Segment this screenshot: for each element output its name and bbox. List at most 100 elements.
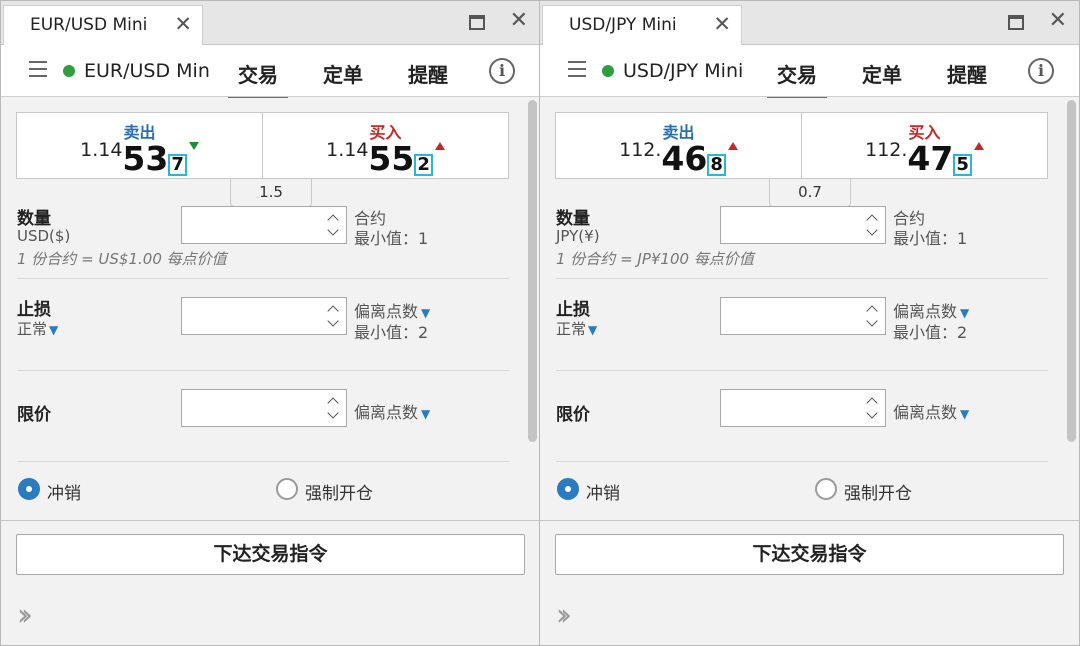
place-order-button[interactable]: 下达交易指令 [16,534,525,575]
increment-icon[interactable] [326,304,340,314]
limit-offset-label: 偏离点数 [354,403,419,422]
increment-icon[interactable] [865,304,879,314]
nav-bar: EUR/USD Min 交易 定单 提醒 i [1,45,540,102]
sell-price-pip: 7 [168,154,187,176]
info-icon[interactable]: i [1028,58,1054,84]
buy-price-pip: 5 [953,154,972,176]
footer: 下达交易指令 ›› [1,520,540,645]
buy-price-prefix: 1.14 [326,139,369,161]
rate-box: 卖出 112.46 8 买入 112.47 5 0.7 [555,112,1048,207]
place-order-button[interactable]: 下达交易指令 [555,534,1064,575]
title-bar: USD/JPY Mini ✕ ✕ [540,1,1079,45]
radio-force-open[interactable] [815,478,837,500]
maximize-icon[interactable] [1008,15,1024,30]
tab-trade[interactable]: 交易 [767,59,827,102]
sell-price-pip: 8 [707,154,726,176]
divider [556,461,1048,462]
stop-mode-select[interactable]: 正常 ▼ [17,318,58,339]
buy-price: 1.1455 2 [263,139,508,178]
scrollbar[interactable] [1067,100,1076,442]
quantity-min-text: 最小值：1 [893,229,968,248]
stop-loss-input[interactable] [181,297,347,335]
stop-loss-label: 止损 [556,300,590,320]
trade-form: 卖出 112.46 8 买入 112.47 5 0.7 数量 JPY(¥) 合约 最… [540,98,1079,521]
decrement-icon[interactable] [865,411,879,421]
chevron-down-icon: ▼ [588,323,598,337]
tab-title: EUR/USD Mini [30,15,148,35]
sell-button[interactable]: 卖出 1.1453 7 [17,113,262,178]
title-bar: EUR/USD Mini ✕ ✕ [1,1,540,45]
hamburger-icon[interactable] [29,61,47,77]
tab-alerts[interactable]: 提醒 [947,59,987,88]
chevron-down-icon: ▼ [49,323,59,337]
increment-icon[interactable] [865,213,879,223]
info-icon[interactable]: i [489,58,515,84]
window-close-icon[interactable]: ✕ [1049,8,1067,33]
status-dot-icon [602,65,614,77]
price-down-icon [188,142,199,150]
footer: 下达交易指令 ›› [540,520,1079,645]
scrollbar[interactable] [528,100,537,442]
buy-button[interactable]: 买入 1.1455 2 [263,113,508,178]
decrement-icon[interactable] [865,319,879,329]
limit-offset-select[interactable]: 偏离点数 ▼ [354,399,430,423]
tab-trade[interactable]: 交易 [228,59,288,102]
buy-price-big: 47 [907,139,954,178]
chevron-down-icon: ▼ [960,407,970,421]
increment-icon[interactable] [865,396,879,406]
sell-price-prefix: 1.14 [80,139,123,161]
quantity-input[interactable] [181,206,347,244]
quantity-unit: USD($) [17,227,71,245]
sell-price-big: 53 [122,139,169,178]
maximize-icon[interactable] [469,15,485,30]
double-chevron-right-icon[interactable]: ›› [17,601,33,631]
price-up-icon [434,142,445,150]
stop-mode-select[interactable]: 正常 ▼ [556,318,597,339]
instrument-name: EUR/USD Min [84,60,210,82]
decrement-icon[interactable] [326,228,340,238]
tab-orders[interactable]: 定单 [862,59,902,88]
price-up-icon [973,142,984,150]
limit-input[interactable] [720,389,886,427]
trade-panel-usdjpy: USD/JPY Mini ✕ ✕ USD/JPY Mini 交易 定单 提醒 i… [539,0,1080,646]
tab-close-icon[interactable]: ✕ [713,12,731,36]
spread-value: 1.5 [230,179,312,207]
decrement-icon[interactable] [326,411,340,421]
window-tab[interactable]: USD/JPY Mini ✕ [542,5,742,45]
radio-offset-label: 冲销 [586,484,620,504]
hamburger-icon[interactable] [568,61,586,77]
radio-offset[interactable] [18,478,40,500]
quantity-label: 数量 [556,209,590,229]
quantity-min-text: 最小值：1 [354,229,429,248]
sell-price-big: 46 [661,139,708,178]
increment-icon[interactable] [326,213,340,223]
radio-force-open-label: 强制开仓 [844,484,912,504]
tab-orders[interactable]: 定单 [323,59,363,88]
buy-button[interactable]: 买入 112.47 5 [802,113,1047,178]
radio-offset[interactable] [557,478,579,500]
buy-price-pip: 2 [414,154,433,176]
increment-icon[interactable] [326,396,340,406]
stop-mode-label: 正常 [17,320,48,338]
chevron-down-icon: ▼ [421,407,431,421]
price-up-icon [727,142,738,150]
tab-close-icon[interactable]: ✕ [174,12,192,36]
sell-button[interactable]: 卖出 112.46 8 [556,113,801,178]
chevron-down-icon: ▼ [421,306,431,320]
double-chevron-right-icon[interactable]: ›› [556,601,572,631]
tab-alerts[interactable]: 提醒 [408,59,448,88]
tab-title: USD/JPY Mini [569,15,677,35]
limit-offset-select[interactable]: 偏离点数 ▼ [893,399,969,423]
window-tab[interactable]: EUR/USD Mini ✕ [3,5,203,45]
radio-force-open[interactable] [276,478,298,500]
stop-loss-input[interactable] [720,297,886,335]
limit-label: 限价 [17,405,51,425]
radio-force-open-label: 强制开仓 [305,484,373,504]
decrement-icon[interactable] [865,228,879,238]
limit-input[interactable] [181,389,347,427]
decrement-icon[interactable] [326,319,340,329]
quantity-input[interactable] [720,206,886,244]
chevron-down-icon: ▼ [960,306,970,320]
window-close-icon[interactable]: ✕ [510,8,528,33]
limit-label: 限价 [556,405,590,425]
